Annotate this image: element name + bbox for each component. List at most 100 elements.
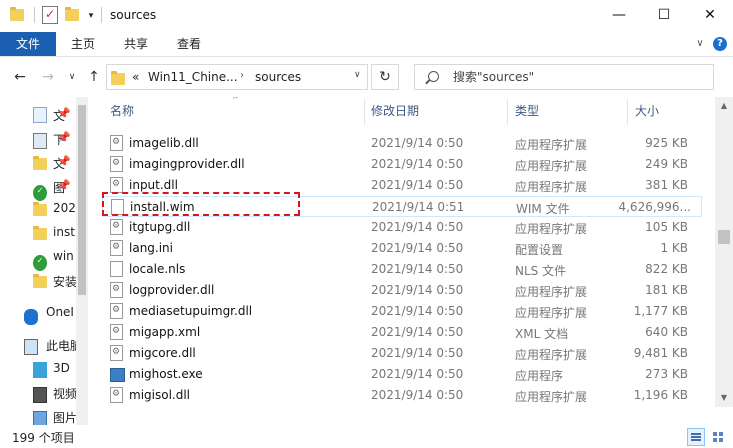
breadcrumb-item[interactable]: sources xyxy=(255,70,301,84)
file-date: 2021/9/14 0:50 xyxy=(371,367,464,381)
file-name: locale.nls xyxy=(129,262,186,276)
tab-file[interactable]: 文件 xyxy=(0,32,56,56)
file-size: 925 KB xyxy=(645,136,688,150)
nav-item-folder[interactable]: 202 xyxy=(0,197,76,221)
nav-item-quick-access-pictures[interactable]: ✓ 图 📌 xyxy=(0,175,76,201)
nav-item-this-pc[interactable]: 此电脑 xyxy=(0,333,82,357)
navigation-pane-scroll-thumb[interactable] xyxy=(78,105,86,295)
nav-item-label: 安装 xyxy=(53,275,78,289)
tab-view[interactable]: 查看 xyxy=(164,32,214,56)
file-size: 249 KB xyxy=(645,157,688,171)
file-type: 应用程序扩展 xyxy=(515,180,588,194)
maximize-button[interactable]: ☐ xyxy=(641,0,687,32)
properties-icon[interactable]: ✓ xyxy=(42,6,58,24)
folder-icon xyxy=(33,155,47,171)
scroll-thumb[interactable] xyxy=(718,230,730,244)
nav-item-folder[interactable]: ✓ win xyxy=(0,245,76,271)
sort-ascending-icon: ^ xyxy=(232,97,239,104)
large-icons-view-button[interactable] xyxy=(709,428,727,446)
navigation-bar: ← → ∨ ↑ « Win11_Chine... › sources ∨ ↻ xyxy=(0,57,733,97)
scroll-up-icon[interactable]: ▲ xyxy=(715,97,733,115)
file-name: logprovider.dll xyxy=(129,283,215,297)
file-row[interactable]: migapp.xml 2021/9/14 0:50 XML 文档 640 KB xyxy=(102,322,702,343)
column-header-date[interactable]: 修改日期 xyxy=(371,97,419,125)
search-input[interactable] xyxy=(453,69,703,85)
new-folder-icon[interactable] xyxy=(65,6,83,24)
file-row[interactable]: migisol.dll 2021/9/14 0:50 应用程序扩展 1,196 … xyxy=(102,385,702,406)
folder-icon xyxy=(33,201,47,217)
up-button[interactable]: ↑ xyxy=(84,67,104,87)
gear-file-icon xyxy=(110,345,123,361)
tab-home[interactable]: 主页 xyxy=(58,32,108,56)
file-row[interactable]: mediasetupuimgr.dll 2021/9/14 0:50 应用程序扩… xyxy=(102,301,702,322)
folder-icon[interactable] xyxy=(10,6,28,24)
breadcrumb-overflow[interactable]: « xyxy=(132,70,139,84)
details-view-button[interactable] xyxy=(687,428,705,446)
minimize-button[interactable]: — xyxy=(596,0,642,32)
column-header-type[interactable]: 类型 xyxy=(515,97,539,125)
search-box[interactable] xyxy=(414,64,714,90)
nav-item-onedrive[interactable]: OneI xyxy=(0,301,76,325)
close-button[interactable]: ✕ xyxy=(687,0,733,32)
column-divider[interactable] xyxy=(507,99,508,125)
document-icon xyxy=(33,107,47,123)
address-dropdown-icon[interactable]: ∨ xyxy=(354,70,361,80)
tab-share[interactable]: 共享 xyxy=(111,32,161,56)
scroll-down-icon[interactable]: ▼ xyxy=(715,389,733,407)
column-header-size[interactable]: 大小 xyxy=(635,97,659,125)
help-icon[interactable]: ? xyxy=(713,37,727,51)
file-type: 应用程序扩展 xyxy=(515,159,588,173)
file-row[interactable]: itgtupg.dll 2021/9/14 0:50 应用程序扩展 105 KB xyxy=(102,217,702,238)
file-size: 9,481 KB xyxy=(633,346,688,360)
back-button[interactable]: ← xyxy=(10,67,30,87)
breadcrumb-item[interactable]: Win11_Chine... xyxy=(148,70,238,84)
file-size: 4,626,996... xyxy=(618,200,691,214)
forward-button[interactable]: → xyxy=(38,67,58,87)
file-date: 2021/9/14 0:50 xyxy=(371,283,464,297)
file-type: 应用程序扩展 xyxy=(515,222,588,236)
file-list-scrollbar[interactable]: ▲ ▼ xyxy=(715,97,733,407)
column-header-name[interactable]: 名称 xyxy=(110,97,134,125)
nav-item-quick-access-documents-folder[interactable]: 文 📌 xyxy=(0,151,76,175)
file-row[interactable]: locale.nls 2021/9/14 0:50 NLS 文件 822 KB xyxy=(102,259,702,280)
file-date: 2021/9/14 0:50 xyxy=(371,388,464,402)
recent-locations-button[interactable]: ∨ xyxy=(62,67,82,87)
file-row[interactable]: imagingprovider.dll 2021/9/14 0:50 应用程序扩… xyxy=(102,154,702,175)
file-row[interactable]: migcore.dll 2021/9/14 0:50 应用程序扩展 9,481 … xyxy=(102,343,702,364)
gear-file-icon xyxy=(110,177,123,193)
file-row[interactable]: lang.ini 2021/9/14 0:50 配置设置 1 KB xyxy=(102,238,702,259)
file-date: 2021/9/14 0:50 xyxy=(371,157,464,171)
column-divider[interactable] xyxy=(627,99,628,125)
column-divider[interactable] xyxy=(364,99,365,125)
file-name: migcore.dll xyxy=(129,346,196,360)
refresh-button[interactable]: ↻ xyxy=(371,64,399,90)
navigation-pane: 文 📌 下 📌 文 📌 ✓ 图 📌 202 inst ✓ win 安装 OneI… xyxy=(0,97,88,425)
file-row[interactable]: imagelib.dll 2021/9/14 0:50 应用程序扩展 925 K… xyxy=(102,133,702,154)
gear-file-icon xyxy=(110,324,123,340)
file-row[interactable]: logprovider.dll 2021/9/14 0:50 应用程序扩展 18… xyxy=(102,280,702,301)
3d-objects-icon xyxy=(33,362,47,378)
nav-item-pictures[interactable]: 图片 xyxy=(0,405,77,425)
nav-item-label: inst xyxy=(53,225,75,239)
nav-item-videos[interactable]: 视频 xyxy=(0,381,77,405)
file-date: 2021/9/14 0:50 xyxy=(371,241,464,255)
expand-ribbon-icon[interactable]: ∨ xyxy=(693,37,707,51)
gear-file-icon xyxy=(110,135,123,151)
nav-item-label: OneI xyxy=(46,305,74,319)
breadcrumb-separator[interactable]: › xyxy=(240,70,244,81)
file-row[interactable]: mighost.exe 2021/9/14 0:50 应用程序 273 KB xyxy=(102,364,702,385)
nav-item-3d-objects[interactable]: 3D xyxy=(0,357,76,381)
address-bar[interactable]: « Win11_Chine... › sources ∨ xyxy=(106,64,368,90)
window-title: sources xyxy=(110,8,157,22)
nav-item-quick-access-downloads[interactable]: 下 📌 xyxy=(0,127,76,151)
pictures-icon xyxy=(33,411,47,425)
file-date: 2021/9/14 0:50 xyxy=(371,304,464,318)
status-bar: 199 个项目 xyxy=(0,425,733,448)
nav-item-label: 3D xyxy=(53,361,70,375)
gear-file-icon xyxy=(110,387,123,403)
file-type: 应用程序 xyxy=(515,369,564,383)
nav-item-folder[interactable]: inst xyxy=(0,221,76,245)
nav-item-folder[interactable]: 安装 xyxy=(0,269,78,293)
quick-access-dropdown-icon[interactable]: ▾ xyxy=(86,8,96,24)
nav-item-quick-access-documents[interactable]: 文 📌 xyxy=(0,103,76,127)
